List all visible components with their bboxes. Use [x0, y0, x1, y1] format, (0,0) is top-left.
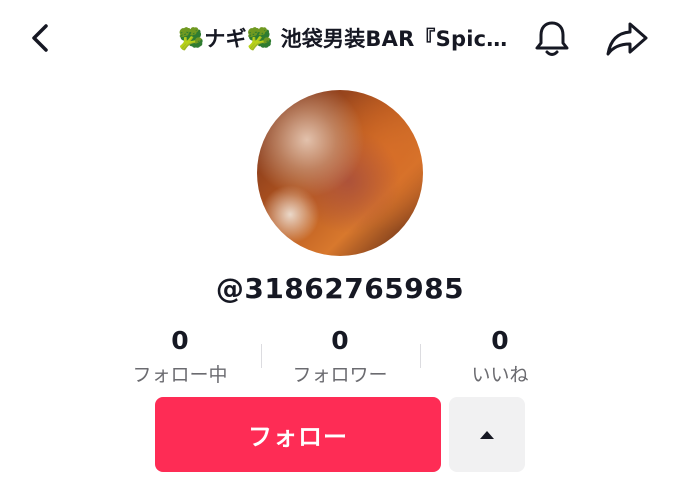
stat-likes[interactable]: 0 いいね — [420, 326, 580, 390]
avatar[interactable] — [257, 90, 423, 256]
page-title: 🥦ナギ🥦 池袋男装BAR『Spic… — [178, 27, 508, 51]
follow-button[interactable]: フォロー — [155, 397, 441, 472]
notification-bell-button[interactable] — [530, 16, 574, 60]
share-arrow-icon — [606, 22, 648, 56]
chevron-left-icon — [32, 24, 48, 52]
caret-up-icon — [480, 430, 494, 439]
stat-followers-label: フォロワー — [292, 364, 388, 386]
stat-likes-count: 0 — [491, 326, 509, 355]
stat-following-label: フォロー中 — [132, 364, 228, 386]
stat-likes-label: いいね — [471, 364, 529, 386]
back-button[interactable] — [22, 18, 62, 58]
suggested-accounts-toggle-button[interactable] — [449, 397, 525, 472]
share-button[interactable] — [604, 18, 650, 60]
profile-header: 🥦ナギ🥦 池袋男装BAR『Spic… — [0, 0, 680, 80]
bell-icon — [535, 21, 569, 56]
stat-following[interactable]: 0 フォロー中 — [100, 326, 260, 390]
stat-followers[interactable]: 0 フォロワー — [260, 326, 420, 390]
stat-followers-count: 0 — [331, 326, 349, 355]
stat-following-count: 0 — [171, 326, 189, 355]
username: @31862765985 — [215, 272, 465, 305]
